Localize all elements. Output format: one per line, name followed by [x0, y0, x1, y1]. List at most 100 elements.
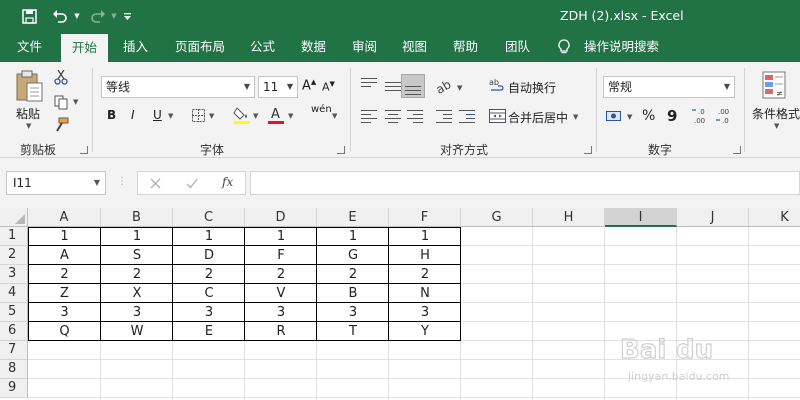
cell-d2[interactable]: F	[245, 246, 317, 265]
copy-dropdown-icon[interactable]: ▼	[73, 98, 78, 106]
percent-style-button[interactable]: %	[642, 108, 655, 124]
column-header-e[interactable]: E	[317, 208, 389, 227]
merge-dropdown-icon[interactable]: ▼	[573, 113, 578, 121]
column-header-g[interactable]: G	[461, 208, 533, 227]
column-header-i[interactable]: I	[605, 208, 677, 227]
column-header-c[interactable]: C	[173, 208, 245, 227]
tab-view[interactable]: 视图	[402, 32, 427, 62]
orientation-icon[interactable]: ab	[434, 77, 454, 97]
cell-d1[interactable]: 1	[245, 227, 317, 246]
comma-style-button[interactable]: 9	[667, 107, 677, 125]
row-header-2[interactable]: 2	[0, 246, 28, 265]
undo-dropdown-icon[interactable]: ▼	[72, 6, 82, 26]
italic-button[interactable]: I	[131, 108, 135, 122]
cell-a6[interactable]: Q	[28, 322, 101, 341]
save-icon[interactable]	[18, 6, 40, 26]
cell-c2[interactable]: D	[173, 246, 245, 265]
wrap-text-icon[interactable]: ab	[488, 76, 506, 94]
insert-function-button[interactable]: fx	[222, 175, 233, 189]
name-box[interactable]: I11 ▼	[6, 171, 106, 195]
column-header-a[interactable]: A	[28, 208, 101, 227]
cell-b4[interactable]: X	[101, 284, 173, 303]
merge-center-button[interactable]: 合并后居中	[508, 109, 568, 126]
row-header-5[interactable]: 5	[0, 303, 28, 322]
tab-insert[interactable]: 插入	[123, 32, 148, 62]
cell-a2[interactable]: A	[28, 246, 101, 265]
column-header-j[interactable]: J	[677, 208, 749, 227]
increase-indent-icon[interactable]	[459, 110, 475, 126]
font-color-dropdown-icon[interactable]: ▼	[288, 112, 293, 120]
font-name-select[interactable]: 等线 ▼	[101, 76, 255, 98]
column-header-d[interactable]: D	[245, 208, 317, 227]
orientation-dropdown-icon[interactable]: ▼	[457, 84, 462, 92]
decrease-font-size-icon[interactable]: A▼	[322, 80, 335, 94]
merge-center-icon[interactable]	[488, 108, 506, 124]
formula-input[interactable]	[250, 171, 800, 195]
cell-b5[interactable]: 3	[101, 303, 173, 322]
cell-b3[interactable]: 2	[101, 265, 173, 284]
accounting-format-icon[interactable]	[606, 108, 624, 124]
tab-data[interactable]: 数据	[301, 32, 326, 62]
decrease-decimal-icon[interactable]: .00.0	[715, 106, 735, 126]
phonetic-guide-button[interactable]: wén	[311, 104, 332, 115]
cell-c6[interactable]: E	[173, 322, 245, 341]
cell-c5[interactable]: 3	[173, 303, 245, 322]
cut-icon[interactable]	[52, 68, 70, 86]
row-header-7[interactable]: 7	[0, 341, 28, 360]
tab-review[interactable]: 审阅	[352, 32, 377, 62]
redo-icon[interactable]	[86, 6, 110, 26]
clipboard-launcher-icon[interactable]	[80, 146, 88, 154]
align-middle-icon[interactable]	[385, 82, 401, 94]
conditional-formatting-dropdown-icon[interactable]: ▼	[774, 122, 779, 130]
cell-f1[interactable]: 1	[389, 227, 461, 246]
decrease-indent-icon[interactable]	[436, 110, 452, 126]
cell-e5[interactable]: 3	[317, 303, 389, 322]
cell-f3[interactable]: 2	[389, 265, 461, 284]
font-color-icon[interactable]: A	[267, 105, 285, 125]
select-all-button[interactable]	[0, 208, 28, 227]
enter-icon[interactable]	[185, 176, 199, 190]
underline-dropdown-icon[interactable]: ▼	[168, 112, 173, 120]
column-header-h[interactable]: H	[533, 208, 605, 227]
align-left-icon[interactable]	[361, 110, 377, 126]
formula-bar-grip-icon[interactable]: ⋮	[117, 176, 127, 187]
conditional-formatting-icon[interactable]: ≠	[761, 70, 787, 100]
fill-color-icon[interactable]	[233, 105, 251, 125]
borders-icon[interactable]	[190, 107, 206, 123]
cell-c1[interactable]: 1	[173, 227, 245, 246]
cell-f2[interactable]: H	[389, 246, 461, 265]
fill-color-dropdown-icon[interactable]: ▼	[253, 112, 258, 120]
bold-button[interactable]: B	[107, 108, 116, 122]
tab-file[interactable]: 文件	[17, 32, 42, 62]
tab-team[interactable]: 团队	[505, 32, 530, 62]
paste-button[interactable]: 粘贴	[16, 105, 40, 122]
number-launcher-icon[interactable]	[733, 146, 741, 154]
cell-f4[interactable]: N	[389, 284, 461, 303]
cell-f5[interactable]: 3	[389, 303, 461, 322]
cell-f6[interactable]: Y	[389, 322, 461, 341]
cell-e1[interactable]: 1	[317, 227, 389, 246]
tell-me-search[interactable]: 操作说明搜索	[584, 32, 659, 62]
row-header-9[interactable]: 9	[0, 379, 28, 398]
cell-e4[interactable]: B	[317, 284, 389, 303]
undo-icon[interactable]	[48, 6, 72, 26]
cell-d3[interactable]: 2	[245, 265, 317, 284]
row-header-3[interactable]: 3	[0, 265, 28, 284]
cell-a4[interactable]: Z	[28, 284, 101, 303]
tab-formulas[interactable]: 公式	[250, 32, 275, 62]
increase-font-size-icon[interactable]: A▲	[302, 78, 316, 93]
align-center-icon[interactable]	[385, 110, 401, 126]
paste-icon[interactable]	[12, 68, 46, 104]
cell-a1[interactable]: 1	[28, 227, 101, 246]
cell-d5[interactable]: 3	[245, 303, 317, 322]
row-header-4[interactable]: 4	[0, 284, 28, 303]
customize-quick-access-icon[interactable]	[120, 6, 134, 26]
row-header-1[interactable]: 1	[0, 227, 28, 246]
cell-d4[interactable]: V	[245, 284, 317, 303]
cell-b2[interactable]: S	[101, 246, 173, 265]
number-format-select[interactable]: 常规 ▼	[603, 76, 735, 98]
accounting-dropdown-icon[interactable]: ▼	[627, 113, 632, 121]
redo-dropdown-icon[interactable]: ▼	[110, 6, 118, 26]
cell-b1[interactable]: 1	[101, 227, 173, 246]
column-header-f[interactable]: F	[389, 208, 461, 227]
